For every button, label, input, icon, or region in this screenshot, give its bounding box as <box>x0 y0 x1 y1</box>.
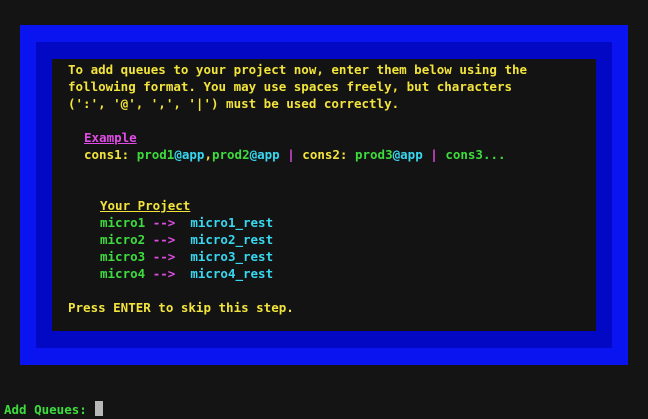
example-app3: @app <box>392 147 423 162</box>
example-prod2: prod2 <box>211 147 250 162</box>
mapping-arrow: --> <box>152 232 176 247</box>
project-mapping-row: micro3 --> micro3_rest <box>100 248 273 265</box>
mapping-source: micro1 <box>100 215 146 230</box>
project-mapping-row: micro2 --> micro2_rest <box>100 231 273 248</box>
example-comma: , <box>204 147 212 162</box>
example-pipe-2: | <box>422 147 446 162</box>
skip-hint: Press ENTER to skip this step. <box>68 300 294 315</box>
example-prod3: prod3 <box>354 147 393 162</box>
example-pipe-1: | <box>279 147 303 162</box>
prompt-label: Add Queues: <box>4 402 87 417</box>
mapping-target: micro3_rest <box>190 249 274 264</box>
example-app2: @app <box>249 147 280 162</box>
project-mapping-row: micro4 --> micro4_rest <box>100 265 273 282</box>
mapping-arrow: --> <box>152 266 176 281</box>
project-heading: Your Project <box>100 198 191 213</box>
intro-line-2: following format. You may use spaces fre… <box>68 79 513 94</box>
mapping-arrow: --> <box>152 249 176 264</box>
text-cursor-icon <box>95 401 104 416</box>
example-cons2-label: cons2: <box>302 147 348 162</box>
mapping-target: micro2_rest <box>190 232 274 247</box>
mapping-source: micro2 <box>100 232 146 247</box>
example-cons3: cons3... <box>445 147 506 162</box>
example-prod1: prod1 <box>136 147 175 162</box>
project-mapping-row: micro1 --> micro1_rest <box>100 214 273 231</box>
intro-line-3: (':', '@', ',', '|') must be used correc… <box>68 96 400 111</box>
mapping-source: micro3 <box>100 249 146 264</box>
example-format-line: cons1: prod1@app,prod2@app | cons2: prod… <box>84 146 506 163</box>
mapping-source: micro4 <box>100 266 146 281</box>
example-cons1-label: cons1: <box>84 147 130 162</box>
example-app1: @app <box>174 147 205 162</box>
mapping-target: micro4_rest <box>190 266 274 281</box>
mapping-arrow: --> <box>152 215 176 230</box>
mapping-target: micro1_rest <box>190 215 274 230</box>
intro-line-1: To add queues to your project now, enter… <box>68 62 528 77</box>
add-queues-prompt[interactable]: Add Queues: <box>4 401 104 418</box>
example-heading: Example <box>84 130 137 145</box>
